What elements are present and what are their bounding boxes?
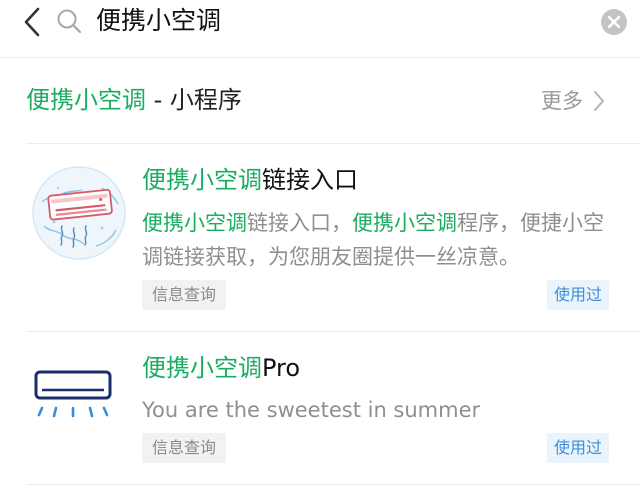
result-title-rest: 链接入口 [262,166,358,194]
chevron-right-icon [594,91,604,111]
divider [26,484,641,485]
result-title-highlight: 便携小空调 [142,166,262,194]
result-item[interactable]: 便携小空调链接入口 便携小空调链接入口，便携小空调程序，便捷小空调链接获取，为您… [0,144,641,331]
search-results-page: 便携小空调 便携小空调 - 小程序 更多 便携小空调链接入口 便携小空调链接入口… [0,0,641,487]
result-description: You are the sweetest in summer [142,398,481,422]
clear-icon [607,15,621,29]
result-description: 便携小空调链接入口，便携小空调程序，便捷小空调链接获取，为您朋友圈提供一丝凉意。 [142,206,612,274]
more-label: 更多 [541,89,583,113]
clear-search-button[interactable] [601,9,627,35]
section-title: 便携小空调 - 小程序 [26,84,242,116]
category-tag: 信息查询 [142,433,227,463]
category-tag: 信息查询 [142,280,227,310]
section-header-mini-programs: 便携小空调 - 小程序 更多 [0,70,641,134]
section-title-highlight: 便携小空调 [26,86,146,114]
result-title: 便携小空调Pro [142,352,300,384]
desc-highlight: 便携小空调 [352,211,457,235]
search-bar: 便携小空调 [0,0,641,56]
desc-text: 链接入口， [247,211,352,235]
divider [0,57,641,58]
result-item[interactable]: 便携小空调Pro You are the sweetest in summer … [0,332,641,484]
desc-highlight: 便携小空调 [142,211,247,235]
search-icon [57,9,82,34]
result-title-rest: Pro [262,354,301,382]
used-badge: 使用过 [547,433,610,463]
section-title-rest: - 小程序 [146,86,242,114]
used-badge: 使用过 [547,280,610,310]
more-link[interactable]: 更多 [541,86,605,116]
back-chevron-icon [24,7,40,37]
back-button[interactable] [18,4,46,40]
search-input[interactable]: 便携小空调 [96,2,221,40]
result-title-highlight: 便携小空调 [142,354,262,382]
air-conditioner-illustration-icon [32,166,126,260]
air-conditioner-icon [34,370,112,418]
result-title: 便携小空调链接入口 [142,164,358,196]
